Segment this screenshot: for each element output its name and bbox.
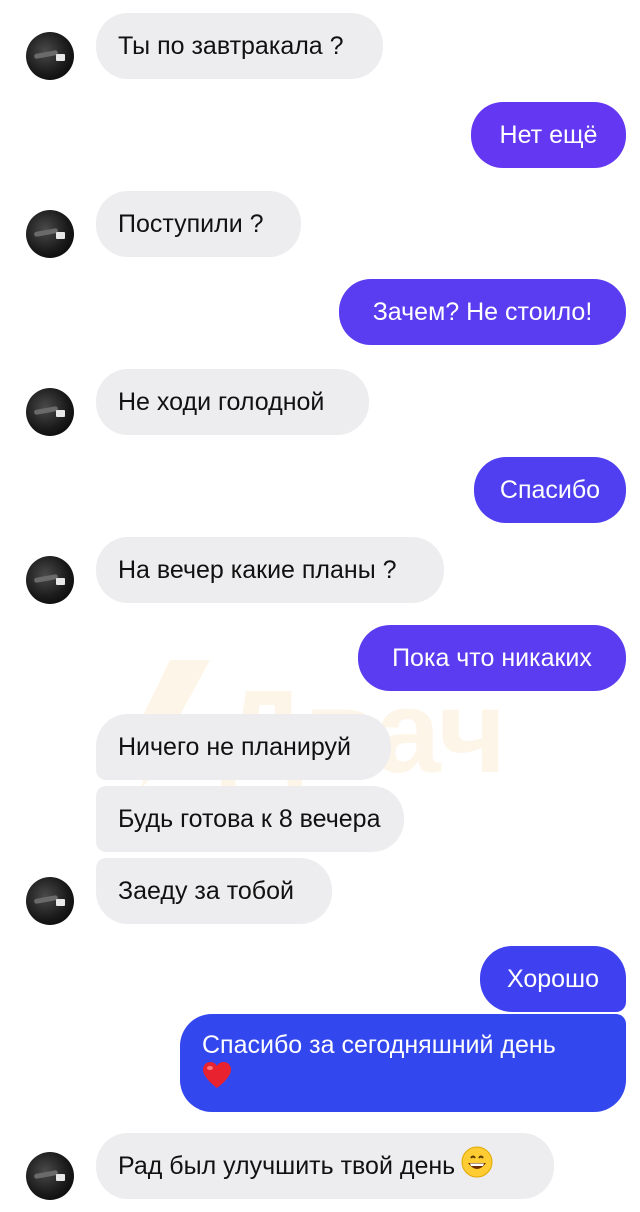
message-text: Будь готова к 8 вечера bbox=[118, 805, 381, 833]
message-incoming: Ничего не планируй bbox=[96, 714, 391, 780]
message-text: Нет ещё bbox=[499, 121, 598, 149]
message-text: Зачем? Не стоило! bbox=[372, 298, 593, 326]
message-outgoing: Спасибо за сегодняшний день bbox=[180, 1014, 626, 1112]
avatar[interactable] bbox=[26, 556, 74, 604]
message-text: Ничего не планируй bbox=[118, 733, 351, 761]
chat-thread: Двач Ты по завтракала ? Нет ещё Поступил… bbox=[0, 0, 640, 1212]
message-outgoing: Пока что никаких bbox=[358, 625, 626, 691]
message-incoming: Ты по завтракала ? bbox=[96, 13, 383, 79]
message-text: Не ходи голодной bbox=[118, 388, 325, 416]
avatar[interactable] bbox=[26, 1152, 74, 1200]
message-incoming: На вечер какие планы ? bbox=[96, 537, 444, 603]
message-text: Пока что никаких bbox=[392, 644, 592, 672]
message-incoming: Поступили ? bbox=[96, 191, 301, 257]
message-text: Спасибо за сегодняшний день bbox=[202, 1031, 556, 1059]
message-outgoing: Зачем? Не стоило! bbox=[339, 279, 626, 345]
avatar[interactable] bbox=[26, 388, 74, 436]
message-outgoing: Хорошо bbox=[480, 946, 626, 1012]
avatar[interactable] bbox=[26, 210, 74, 258]
message-text: Хорошо bbox=[506, 965, 600, 993]
red-heart-icon bbox=[202, 1061, 232, 1097]
grinning-face-icon bbox=[461, 1146, 493, 1186]
message-outgoing: Спасибо bbox=[474, 457, 626, 523]
avatar[interactable] bbox=[26, 32, 74, 80]
avatar[interactable] bbox=[26, 877, 74, 925]
message-text: Рад был улучшить твой день bbox=[118, 1152, 456, 1180]
message-incoming: Рад был улучшить твой день bbox=[96, 1133, 554, 1199]
message-text: Спасибо bbox=[499, 476, 601, 504]
message-text: Заеду за тобой bbox=[118, 877, 294, 905]
message-incoming: Будь готова к 8 вечера bbox=[96, 786, 404, 852]
message-text: Ты по завтракала ? bbox=[118, 32, 344, 60]
message-text: На вечер какие планы ? bbox=[118, 556, 397, 584]
message-incoming: Заеду за тобой bbox=[96, 858, 332, 924]
message-outgoing: Нет ещё bbox=[471, 102, 626, 168]
message-text: Поступили ? bbox=[118, 210, 264, 238]
message-incoming: Не ходи голодной bbox=[96, 369, 369, 435]
